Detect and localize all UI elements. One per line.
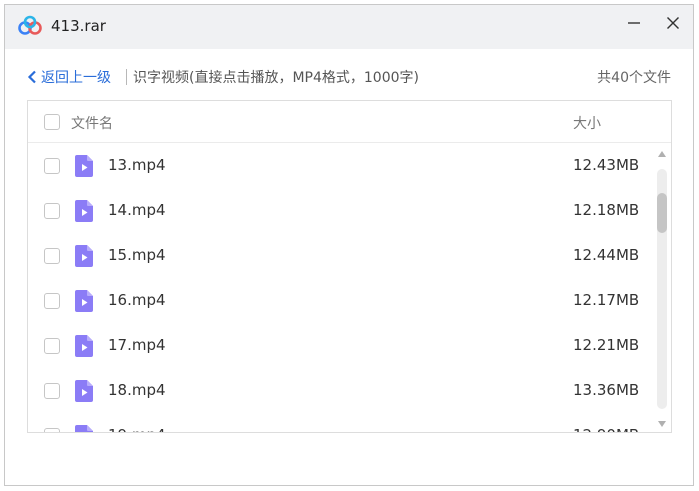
- back-button[interactable]: 返回上一级: [27, 67, 111, 87]
- video-file-icon: [75, 245, 93, 267]
- navigation-bar: 返回上一级 识字视频(直接点击播放，MP4格式，1000字) 共40个文件: [5, 49, 693, 101]
- file-size: 13.36MB: [573, 381, 640, 399]
- title-bar: 413.rar: [5, 5, 693, 49]
- file-name: 13.mp4: [108, 156, 166, 174]
- file-row[interactable]: 17.mp4 12.21MB: [28, 324, 653, 369]
- scroll-thumb[interactable]: [657, 193, 667, 233]
- file-checkbox[interactable]: [44, 248, 60, 264]
- video-file-icon: [75, 425, 93, 432]
- file-row[interactable]: 18.mp4 13.36MB: [28, 369, 653, 414]
- file-checkbox[interactable]: [44, 383, 60, 399]
- scrollbar[interactable]: [654, 147, 670, 429]
- nav-divider: [126, 69, 127, 85]
- close-button[interactable]: [661, 11, 685, 35]
- file-size: 12.90MB: [573, 426, 639, 432]
- video-file-icon: [75, 290, 93, 312]
- file-count: 共40个文件: [597, 70, 671, 86]
- file-row[interactable]: 14.mp4 12.18MB: [28, 189, 653, 234]
- minimize-button[interactable]: [622, 11, 646, 35]
- baidu-netdisk-logo-icon: [18, 15, 42, 35]
- file-list: 文件名 大小 13.mp4 12.43MB 14.mp4 12.18MB 15.mp4 1…: [27, 100, 672, 433]
- minimize-icon: [628, 22, 640, 24]
- scroll-up-arrow-icon[interactable]: [658, 151, 666, 157]
- file-checkbox[interactable]: [44, 158, 60, 174]
- file-row[interactable]: 13.mp4 12.43MB: [28, 144, 653, 189]
- back-label: 返回上一级: [41, 70, 111, 86]
- video-file-icon: [75, 200, 93, 222]
- file-name: 17.mp4: [108, 336, 166, 354]
- archive-window: 413.rar 返回上一级 识字视频(直接点击播放，MP4格式，1000字) 共…: [4, 4, 694, 486]
- video-file-icon: [75, 380, 93, 402]
- file-rows: 13.mp4 12.43MB 14.mp4 12.18MB 15.mp4 12.44MB 1…: [28, 144, 653, 432]
- file-size: 12.21MB: [573, 336, 640, 354]
- select-all-checkbox[interactable]: [44, 114, 60, 130]
- file-row[interactable]: 19.mp4 12.90MB: [28, 414, 653, 432]
- file-checkbox[interactable]: [44, 293, 60, 309]
- column-header-size: 大小: [573, 116, 601, 132]
- current-path: 识字视频(直接点击播放，MP4格式，1000字): [133, 70, 419, 86]
- close-icon: [667, 17, 679, 29]
- list-header: 文件名 大小: [28, 101, 671, 143]
- file-row[interactable]: 16.mp4 12.17MB: [28, 279, 653, 324]
- scroll-down-arrow-icon[interactable]: [658, 421, 666, 427]
- file-size: 12.18MB: [573, 201, 640, 219]
- chevron-left-icon: [27, 70, 36, 84]
- video-file-icon: [75, 335, 93, 357]
- file-name: 18.mp4: [108, 381, 166, 399]
- file-row[interactable]: 15.mp4 12.44MB: [28, 234, 653, 279]
- file-checkbox[interactable]: [44, 428, 60, 432]
- file-size: 12.43MB: [573, 156, 640, 174]
- file-name: 16.mp4: [108, 291, 166, 309]
- file-checkbox[interactable]: [44, 203, 60, 219]
- file-name: 15.mp4: [108, 246, 166, 264]
- file-size: 12.44MB: [573, 246, 640, 264]
- file-checkbox[interactable]: [44, 338, 60, 354]
- file-name: 14.mp4: [108, 201, 166, 219]
- column-header-name: 文件名: [71, 116, 113, 132]
- window-title: 413.rar: [51, 17, 106, 35]
- file-name: 19.mp4: [108, 426, 166, 432]
- video-file-icon: [75, 155, 93, 177]
- file-size: 12.17MB: [573, 291, 640, 309]
